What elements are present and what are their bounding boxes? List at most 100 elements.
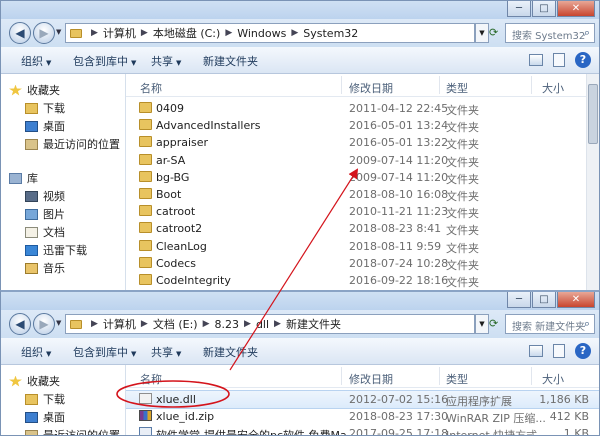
address-bar[interactable]: ▶ 计算机 ▶ 本地磁盘 (C:) ▶ Windows ▶ System32	[65, 23, 475, 43]
file-row[interactable]: catroot2 2018-08-23 8:41 文件夹	[126, 220, 599, 237]
chevron-right-icon[interactable]: ▶	[291, 28, 298, 38]
column-divider[interactable]	[531, 76, 532, 94]
share-button[interactable]: 共享 ▼	[151, 344, 181, 360]
nav-item-videos[interactable]: 视频	[25, 188, 65, 204]
nav-item-downloads[interactable]: 下载	[25, 391, 65, 407]
column-header-name[interactable]: 名称	[140, 80, 162, 96]
column-header-date[interactable]: 修改日期	[349, 371, 393, 387]
chevron-right-icon[interactable]: ▶	[244, 319, 251, 329]
maximize-button[interactable]: □	[532, 292, 556, 308]
organize-button[interactable]: 组织 ▼	[21, 53, 51, 69]
search-icon[interactable]: ⌕	[584, 317, 590, 331]
file-row[interactable]: xlue.dll 2012-07-02 15:16 应用程序扩展 1,186 KB	[126, 390, 599, 409]
include-in-library-button[interactable]: 包含到库中 ▼	[73, 53, 136, 69]
column-header-type[interactable]: 类型	[446, 80, 468, 96]
breadcrumb-item[interactable]: ▶ 新建文件夹	[269, 316, 341, 332]
forward-button[interactable]: ▶	[33, 313, 55, 335]
preview-pane-icon[interactable]	[553, 344, 565, 358]
file-row[interactable]: bg-BG 2009-07-14 11:20 文件夹	[126, 169, 599, 186]
address-bar[interactable]: ▶ 计算机 ▶ 文档 (E:) ▶ 8.23 ▶ dll ▶ 新建文件夹	[65, 314, 475, 334]
new-folder-button[interactable]: 新建文件夹	[203, 53, 258, 69]
column-header-size[interactable]: 大小	[542, 80, 564, 96]
column-divider[interactable]	[439, 76, 440, 94]
file-row[interactable]: xlue_id.zip 2018-08-23 17:30 WinRAR ZIP 压缩…	[126, 408, 599, 425]
column-divider[interactable]	[341, 76, 342, 94]
file-row[interactable]: 0409 2011-04-12 22:45 文件夹	[126, 100, 599, 117]
maximize-button[interactable]: □	[532, 1, 556, 17]
change-view-icon[interactable]	[529, 345, 543, 357]
column-header-size[interactable]: 大小	[542, 371, 564, 387]
nav-item-documents[interactable]: 文档	[25, 224, 65, 240]
recent-pages-chevron-icon[interactable]: ▼	[56, 28, 61, 36]
chevron-right-icon[interactable]: ▶	[91, 319, 98, 329]
chevron-right-icon[interactable]: ▶	[225, 28, 232, 38]
nav-libraries[interactable]: 库	[9, 170, 38, 186]
nav-item-desktop[interactable]: 桌面	[25, 118, 65, 134]
nav-item-recent-places[interactable]: 最近访问的位置	[25, 136, 120, 152]
help-icon[interactable]: ?	[575, 52, 591, 68]
new-folder-button[interactable]: 新建文件夹	[203, 344, 258, 360]
file-row[interactable]: catroot 2010-11-21 11:23 文件夹	[126, 203, 599, 220]
close-button[interactable]: ✕	[557, 1, 595, 17]
breadcrumb-item[interactable]: ▶ 文档 (E:)	[136, 316, 198, 332]
nav-item-music[interactable]: 音乐	[25, 260, 65, 276]
address-dropdown-chevron-icon[interactable]: ▼	[475, 23, 489, 43]
nav-item-downloads[interactable]: 下载	[25, 100, 65, 116]
column-header-name[interactable]: 名称	[140, 371, 162, 387]
breadcrumb-item[interactable]: ▶ Windows	[220, 27, 286, 40]
minimize-button[interactable]: ─	[507, 1, 531, 17]
title-bar[interactable]: ─ □ ✕	[1, 292, 599, 310]
breadcrumb-item[interactable]: ▶ System32	[286, 27, 358, 40]
file-row[interactable]: Codecs 2018-07-24 10:28 文件夹	[126, 255, 599, 272]
change-view-icon[interactable]	[529, 54, 543, 66]
file-row[interactable]: 软件学堂-提供最安全的pc软件 免费Ma...2017-09-25 17:18I…	[126, 425, 599, 435]
preview-pane-icon[interactable]	[553, 53, 565, 67]
breadcrumb-item[interactable]: ▶ 8.23	[198, 318, 239, 331]
help-icon[interactable]: ?	[575, 343, 591, 359]
chevron-right-icon[interactable]: ▶	[141, 319, 148, 329]
search-input[interactable]: 搜索 System32 ⌕	[505, 23, 595, 43]
chevron-right-icon[interactable]: ▶	[91, 28, 98, 38]
title-bar[interactable]: ─ □ ✕	[1, 1, 599, 19]
file-row[interactable]: ar-SA 2009-07-14 11:20 文件夹	[126, 152, 599, 169]
back-button[interactable]: ◀	[9, 313, 31, 335]
nav-item-thunder-downloads[interactable]: 迅雷下载	[25, 242, 87, 258]
column-divider[interactable]	[439, 367, 440, 385]
file-row[interactable]: appraiser 2016-05-01 13:22 文件夹	[126, 134, 599, 151]
scrollbar-thumb[interactable]	[588, 84, 598, 144]
refresh-icon[interactable]: ⟳	[489, 314, 503, 334]
chevron-right-icon[interactable]: ▶	[141, 28, 148, 38]
nav-item-recent-places[interactable]: 最近访问的位置	[25, 427, 120, 435]
share-button[interactable]: 共享 ▼	[151, 53, 181, 69]
refresh-icon[interactable]: ⟳	[489, 23, 503, 43]
search-input[interactable]: 搜索 新建文件夹 ⌕	[505, 314, 595, 334]
vertical-scrollbar[interactable]	[586, 74, 599, 299]
breadcrumb-item[interactable]: ▶ 计算机	[86, 316, 136, 332]
close-button[interactable]: ✕	[557, 292, 595, 308]
breadcrumb-item[interactable]: ▶ 本地磁盘 (C:)	[136, 25, 220, 41]
nav-item-desktop[interactable]: 桌面	[25, 409, 65, 425]
column-divider[interactable]	[341, 367, 342, 385]
search-icon[interactable]: ⌕	[584, 26, 590, 40]
nav-item-pictures[interactable]: 图片	[25, 206, 65, 222]
nav-favorites[interactable]: 收藏夹	[9, 373, 60, 389]
file-row[interactable]: CleanLog 2018-08-11 9:59 文件夹	[126, 238, 599, 255]
breadcrumb-item[interactable]: ▶ 计算机	[86, 25, 136, 41]
address-dropdown-chevron-icon[interactable]: ▼	[475, 314, 489, 334]
organize-button[interactable]: 组织 ▼	[21, 344, 51, 360]
forward-button[interactable]: ▶	[33, 22, 55, 44]
column-header-date[interactable]: 修改日期	[349, 80, 393, 96]
include-in-library-button[interactable]: 包含到库中 ▼	[73, 344, 136, 360]
nav-favorites[interactable]: 收藏夹	[9, 82, 60, 98]
column-header-type[interactable]: 类型	[446, 371, 468, 387]
file-row[interactable]: Boot 2018-08-10 16:08 文件夹	[126, 186, 599, 203]
chevron-right-icon[interactable]: ▶	[274, 319, 281, 329]
back-button[interactable]: ◀	[9, 22, 31, 44]
minimize-button[interactable]: ─	[507, 292, 531, 308]
chevron-right-icon[interactable]: ▶	[203, 319, 210, 329]
recent-pages-chevron-icon[interactable]: ▼	[56, 319, 61, 327]
column-divider[interactable]	[531, 367, 532, 385]
file-row[interactable]: CodeIntegrity 2016-09-22 18:16 文件夹	[126, 272, 599, 289]
file-row[interactable]: AdvancedInstallers 2016-05-01 13:24 文件夹	[126, 117, 599, 134]
breadcrumb-item[interactable]: ▶ dll	[239, 318, 269, 331]
